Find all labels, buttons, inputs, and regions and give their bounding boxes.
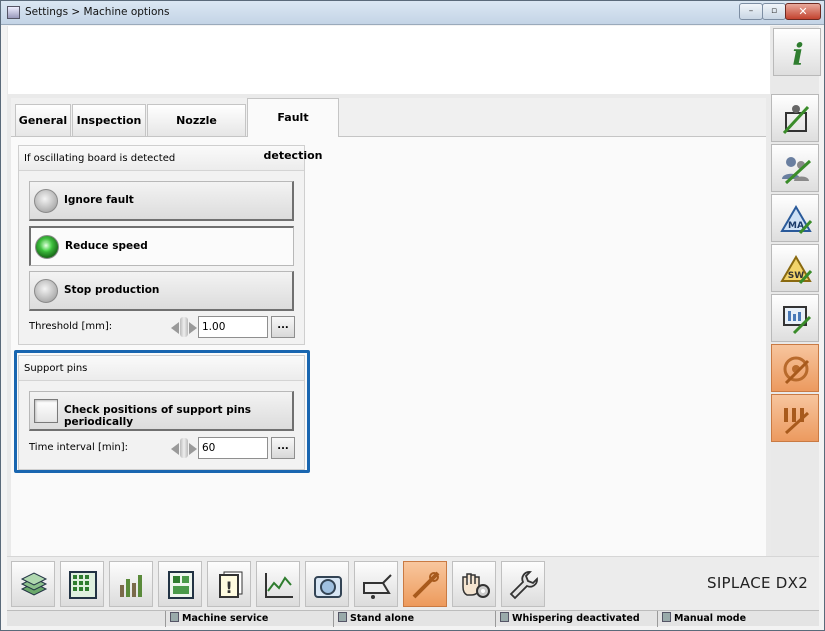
status-label: Whispering deactivated <box>512 613 640 624</box>
settings-tools-button[interactable] <box>403 561 447 607</box>
service-status-icon <box>170 612 179 622</box>
client-area: General Inspection Nozzle scanning Fault… <box>7 26 821 627</box>
stop-production-button[interactable]: Stop production <box>29 271 294 311</box>
status-machine-service: Machine service <box>165 611 333 627</box>
layout-button[interactable] <box>158 561 202 607</box>
threshold-label: Threshold [mm]: <box>29 321 113 332</box>
whispering-status-icon <box>500 612 509 622</box>
fault-detection-content: If oscillating board is detected Ignore … <box>11 136 766 556</box>
camera-icon <box>314 576 342 598</box>
svg-text:i: i <box>792 38 803 69</box>
software-settings-button[interactable]: SW <box>771 244 819 292</box>
tab-nozzle-scanning[interactable]: Nozzle scanning <box>147 104 246 159</box>
board-grid-icon <box>69 571 97 599</box>
stack-button[interactable] <box>11 561 55 607</box>
option-label: Reduce speed <box>65 240 148 252</box>
board-grid-button[interactable] <box>60 561 104 607</box>
machine-settings-button[interactable]: MA <box>771 194 819 242</box>
machine-operator-button[interactable] <box>771 94 819 142</box>
status-bar: Machine service Stand alone Whispering d… <box>7 610 819 627</box>
hand-gear-icon <box>462 573 490 598</box>
wrench-icon <box>509 571 538 600</box>
software-settings-icon: SW <box>780 255 812 285</box>
spin-arrows-icon[interactable] <box>171 317 197 337</box>
radio-off-icon <box>34 279 58 303</box>
machine-settings-icon: MA <box>780 205 812 235</box>
tab-inspection[interactable]: Inspection <box>72 104 146 136</box>
threshold-row: Threshold [mm]: 1.00 ... <box>29 316 297 340</box>
right-toolbar: i MA SW <box>771 26 821 626</box>
settings-tools-icon <box>412 571 440 599</box>
radio-on-icon <box>35 235 59 259</box>
status-manual-mode: Manual mode <box>657 611 819 627</box>
tab-fault-detection[interactable]: Fault detection <box>247 98 339 162</box>
status-label: Stand alone <box>350 613 415 624</box>
window-title: Settings > Machine options <box>25 6 170 18</box>
service-calibration-icon <box>784 408 810 435</box>
close-button[interactable]: ✕ <box>785 3 821 20</box>
service-tools-icon <box>783 356 810 385</box>
ignore-fault-button[interactable]: Ignore fault <box>29 181 294 221</box>
threshold-more-button[interactable]: ... <box>271 316 295 338</box>
main-panel: General Inspection Nozzle scanning Fault… <box>11 98 766 556</box>
stack-icon <box>20 572 48 596</box>
oil-can-icon <box>363 574 392 599</box>
machine-operator-icon <box>782 105 810 135</box>
machine-brand-label: SIPLACE DX2 <box>707 574 809 592</box>
camera-button[interactable] <box>305 561 349 607</box>
reduce-speed-button[interactable]: Reduce speed <box>29 226 294 266</box>
statistics-chart-icon <box>265 573 293 598</box>
maximize-button[interactable]: ▫ <box>762 3 786 20</box>
header-area <box>8 26 770 94</box>
display-settings-icon <box>783 306 812 335</box>
option-label: Ignore fault <box>64 194 134 206</box>
oscillating-board-group: If oscillating board is detected Ignore … <box>18 145 305 345</box>
bottom-toolbar: ! SIPLACE DX2 <box>7 556 819 610</box>
support-pins-highlight <box>14 350 310 473</box>
users-button[interactable] <box>771 144 819 192</box>
layout-icon <box>168 571 194 599</box>
info-icon: i <box>792 38 803 69</box>
feeder-bars-button[interactable] <box>109 561 153 607</box>
svg-text:!: ! <box>225 578 232 597</box>
settings-window: Settings > Machine options – ▫ ✕ General… <box>0 0 825 631</box>
hand-gear-button[interactable] <box>452 561 496 607</box>
statistics-chart-button[interactable] <box>256 561 300 607</box>
alert-cards-icon: ! <box>219 571 243 598</box>
minimize-button[interactable]: – <box>739 3 763 20</box>
title-bar: Settings > Machine options – ▫ ✕ <box>1 1 824 25</box>
radio-off-icon <box>34 189 58 213</box>
manual-mode-status-icon <box>662 612 671 622</box>
tab-general[interactable]: General <box>15 104 71 136</box>
display-settings-button[interactable] <box>771 294 819 342</box>
service-tools-button[interactable] <box>771 344 819 392</box>
standalone-status-icon <box>338 612 347 622</box>
group-title: If oscillating board is detected <box>19 146 304 171</box>
status-label: Manual mode <box>674 613 747 624</box>
status-label: Machine service <box>182 613 269 624</box>
oil-can-button[interactable] <box>354 561 398 607</box>
status-stand-alone: Stand alone <box>333 611 495 627</box>
alert-cards-button[interactable]: ! <box>207 561 251 607</box>
users-icon <box>782 157 812 185</box>
info-button[interactable]: i <box>773 28 821 76</box>
status-whispering: Whispering deactivated <box>495 611 657 627</box>
app-icon <box>7 6 20 19</box>
feeder-bars-icon <box>120 575 142 597</box>
option-label: Stop production <box>64 284 160 296</box>
threshold-input[interactable]: 1.00 <box>198 316 268 338</box>
wrench-button[interactable] <box>501 561 545 607</box>
service-calibration-button[interactable] <box>771 394 819 442</box>
